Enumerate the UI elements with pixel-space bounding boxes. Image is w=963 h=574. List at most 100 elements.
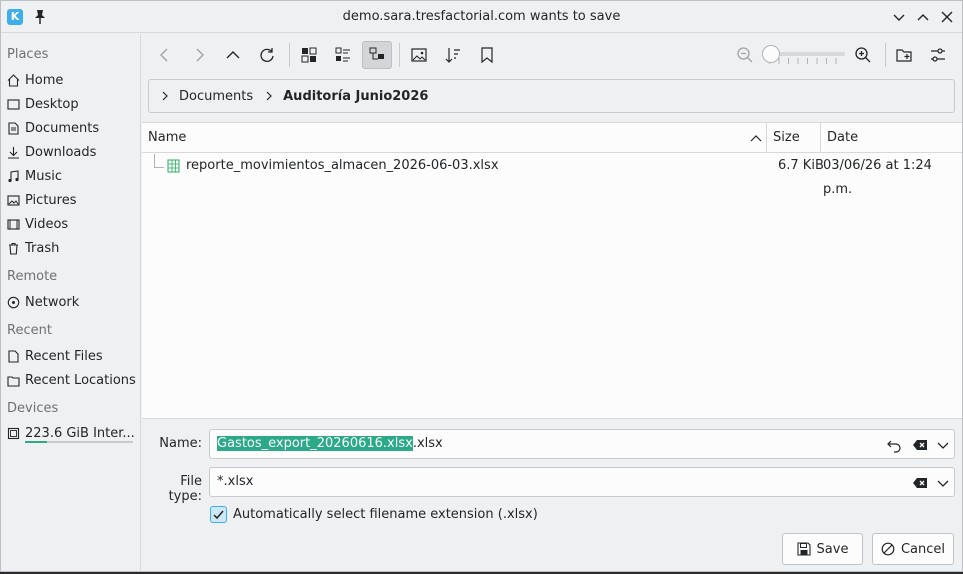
file-name: reporte_movimientos_almacen_2026-06-03.x… bbox=[186, 158, 499, 173]
sidebar-item-home[interactable]: Home bbox=[1, 69, 140, 91]
file-size: 6.7 KiB bbox=[778, 158, 824, 173]
places-sidebar: Places Home Desktop Documents Downloads … bbox=[1, 34, 141, 571]
icons-view-icon bbox=[301, 47, 317, 63]
file-list-header: Name Size Date bbox=[142, 123, 962, 153]
sidebar-item-pictures[interactable]: Pictures bbox=[1, 189, 140, 211]
chevron-down-icon[interactable] bbox=[935, 475, 951, 491]
sidebar-item-label: Downloads bbox=[25, 144, 97, 160]
recent-locations-icon bbox=[7, 375, 20, 387]
section-title-places: Places bbox=[7, 47, 49, 62]
name-label: Name: bbox=[159, 436, 202, 451]
column-header-name[interactable]: Name bbox=[142, 123, 766, 153]
sidebar-item-recent-locations[interactable]: Recent Locations bbox=[1, 369, 140, 391]
save-button-label: Save bbox=[816, 541, 849, 557]
reload-button[interactable] bbox=[252, 41, 282, 69]
sidebar-item-network[interactable]: Network bbox=[1, 291, 140, 313]
filename-extension-text: .xlsx bbox=[412, 436, 443, 451]
sidebar-item-videos[interactable]: Videos bbox=[1, 213, 140, 235]
sidebar-item-label: Network bbox=[25, 294, 80, 310]
drive-icon bbox=[7, 427, 20, 439]
tree-view-button[interactable] bbox=[362, 41, 392, 69]
filetype-select[interactable]: *.xlsx bbox=[209, 467, 955, 497]
sidebar-item-music[interactable]: Music bbox=[1, 165, 140, 187]
maximize-icon[interactable] bbox=[915, 9, 931, 25]
sort-icon bbox=[445, 48, 460, 63]
checkmark-icon bbox=[213, 510, 224, 520]
forward-icon bbox=[196, 48, 204, 62]
breadcrumb: Documents Auditoría Junio2026 bbox=[148, 79, 955, 113]
toolbar bbox=[142, 34, 962, 76]
zoom-in-icon bbox=[855, 47, 871, 63]
sidebar-item-label: Videos bbox=[25, 216, 69, 232]
recent-files-icon bbox=[8, 349, 19, 363]
reload-icon bbox=[260, 48, 274, 62]
zoom-slider-track[interactable] bbox=[769, 52, 845, 56]
table-row[interactable]: reporte_movimientos_almacen_2026-06-03.x… bbox=[142, 154, 962, 197]
auto-extension-checkbox[interactable] bbox=[210, 506, 227, 523]
preview-button[interactable] bbox=[404, 41, 434, 69]
back-icon bbox=[160, 48, 168, 62]
sidebar-item-label: Recent Files bbox=[25, 348, 103, 364]
zoom-in-button[interactable] bbox=[848, 41, 878, 69]
filename-value: Gastos_export_20260616.xlsx.xlsx bbox=[217, 430, 443, 458]
save-icon bbox=[796, 542, 811, 556]
sidebar-item-documents[interactable]: Documents bbox=[1, 117, 140, 139]
section-title-recent: Recent bbox=[7, 323, 52, 338]
pictures-icon bbox=[7, 194, 20, 206]
options-button[interactable] bbox=[923, 41, 953, 69]
filename-selected-text: Gastos_export_20260616.xlsx bbox=[217, 436, 413, 451]
new-folder-icon bbox=[896, 49, 912, 62]
cancel-button-label: Cancel bbox=[900, 541, 946, 557]
chevron-right-icon[interactable] bbox=[159, 90, 171, 102]
tree-view-icon bbox=[369, 47, 384, 60]
up-button[interactable] bbox=[218, 41, 248, 69]
zoom-out-button[interactable] bbox=[730, 41, 760, 69]
zoom-slider-handle[interactable] bbox=[762, 45, 780, 63]
column-header-size[interactable]: Size bbox=[767, 123, 820, 153]
chevron-down-icon[interactable] bbox=[935, 437, 951, 453]
back-button[interactable] bbox=[150, 41, 180, 69]
clear-text-icon[interactable] bbox=[912, 475, 928, 491]
breadcrumb-item-documents[interactable]: Documents bbox=[179, 89, 253, 104]
documents-icon bbox=[8, 121, 19, 135]
save-button[interactable]: Save bbox=[782, 533, 863, 565]
close-icon[interactable] bbox=[939, 9, 955, 25]
title-bar: K demo.sara.tresfactorial.com wants to s… bbox=[1, 1, 962, 33]
preview-icon bbox=[411, 48, 427, 62]
forward-button[interactable] bbox=[184, 41, 214, 69]
sidebar-item-recent-files[interactable]: Recent Files bbox=[1, 345, 140, 367]
column-header-date[interactable]: Date bbox=[821, 123, 962, 153]
filetype-label: File type: bbox=[168, 474, 202, 504]
zoom-out-icon bbox=[737, 47, 753, 63]
undo-icon[interactable] bbox=[886, 437, 902, 453]
minimize-icon[interactable] bbox=[891, 9, 907, 25]
cancel-button[interactable]: Cancel bbox=[872, 533, 954, 565]
window-title: demo.sara.tresfactorial.com wants to sav… bbox=[342, 9, 621, 24]
compact-view-icon bbox=[335, 47, 350, 62]
bookmark-button[interactable] bbox=[472, 41, 502, 69]
filename-input[interactable]: Gastos_export_20260616.xlsx.xlsx bbox=[209, 429, 955, 459]
sidebar-item-trash[interactable]: Trash bbox=[1, 237, 140, 259]
music-icon bbox=[8, 169, 19, 182]
section-title-remote: Remote bbox=[7, 269, 58, 284]
sidebar-item-label: Desktop bbox=[25, 96, 79, 112]
chevron-right-icon[interactable] bbox=[263, 90, 275, 102]
file-list: Name Size Date reporte_movimientos_almac… bbox=[142, 122, 962, 419]
auto-extension-label[interactable]: Automatically select filename extension … bbox=[233, 506, 538, 523]
new-folder-button[interactable] bbox=[889, 41, 919, 69]
sidebar-item-desktop[interactable]: Desktop bbox=[1, 93, 140, 115]
trash-icon bbox=[9, 242, 18, 255]
spreadsheet-icon bbox=[167, 159, 180, 173]
toolbar-separator bbox=[289, 43, 290, 67]
breadcrumb-item-current[interactable]: Auditoría Junio2026 bbox=[283, 89, 428, 104]
sort-button[interactable] bbox=[438, 41, 468, 69]
sidebar-item-label: Pictures bbox=[25, 192, 77, 208]
compact-view-button[interactable] bbox=[328, 41, 358, 69]
sidebar-item-downloads[interactable]: Downloads bbox=[1, 141, 140, 163]
sort-ascending-icon bbox=[750, 135, 762, 142]
clear-text-icon[interactable] bbox=[912, 437, 928, 453]
tree-line bbox=[154, 154, 164, 168]
drive-usage-bar bbox=[25, 441, 133, 443]
icons-view-button[interactable] bbox=[294, 41, 324, 69]
cancel-icon bbox=[881, 542, 895, 556]
